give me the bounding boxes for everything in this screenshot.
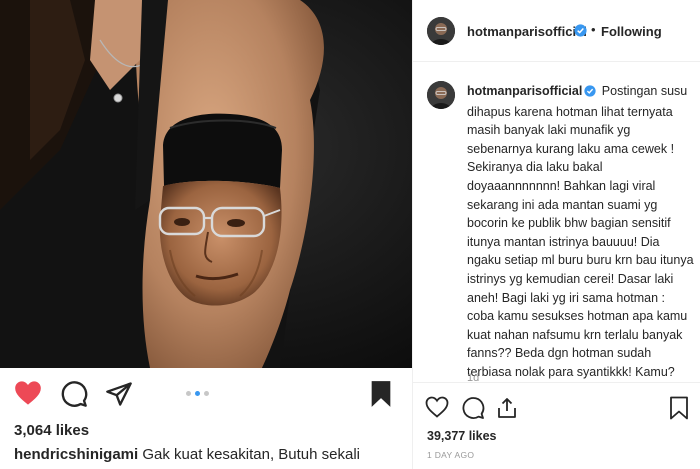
avatar[interactable]	[427, 81, 455, 109]
carousel-dot	[186, 391, 191, 396]
carousel-indicator	[186, 391, 209, 396]
verified-badge-icon	[584, 84, 596, 103]
verified-badge-icon	[574, 24, 587, 42]
likes-count[interactable]: 3,064 likes	[14, 422, 89, 439]
bookmark-outline-icon[interactable]	[669, 396, 689, 425]
caption-text: Gak kuat kesakitan, Butuh sekali	[142, 446, 360, 463]
post-side-panel: hotmanparisofficial • Following hotmanpa…	[413, 0, 700, 469]
post-photo[interactable]	[0, 0, 412, 368]
tattoo-portrait-image	[0, 0, 412, 368]
mobile-post: 3,064 likes hendricshinigami Gak kuat ke…	[0, 0, 412, 469]
caption-username[interactable]: hendricshinigami	[14, 446, 138, 463]
mobile-action-bar	[0, 368, 412, 420]
header-username[interactable]: hotmanparisofficial	[467, 24, 587, 39]
caption-timestamp: 1d	[467, 372, 480, 382]
post-date[interactable]: 1 DAY AGO	[427, 450, 474, 460]
following-button[interactable]: Following	[601, 24, 662, 39]
comments-area[interactable]: hotmanparisofficial Postingan susu dihap…	[413, 62, 700, 382]
carousel-dot	[204, 391, 209, 396]
carousel-dot-active	[195, 391, 200, 396]
instagram-composite: 3,064 likes hendricshinigami Gak kuat ke…	[0, 0, 700, 469]
upload-icon[interactable]	[495, 396, 519, 425]
bookmark-filled-icon[interactable]	[368, 380, 394, 413]
heart-filled-icon[interactable]	[14, 380, 42, 411]
caption-text: Postingan susu dihapus karena hotman lih…	[467, 84, 694, 379]
caption-block: hotmanparisofficial Postingan susu dihap…	[467, 82, 695, 382]
desktop-action-bar: 39,377 likes 1 DAY AGO	[413, 382, 700, 469]
comment-icon[interactable]	[461, 396, 485, 425]
post-header: hotmanparisofficial • Following	[413, 0, 700, 62]
avatar[interactable]	[427, 17, 455, 45]
comment-icon[interactable]	[60, 380, 88, 413]
heart-outline-icon[interactable]	[425, 396, 449, 423]
header-separator: •	[591, 22, 596, 37]
caption-username[interactable]: hotmanparisofficial	[467, 84, 582, 98]
share-icon[interactable]	[105, 380, 133, 413]
likes-count[interactable]: 39,377 likes	[427, 429, 497, 443]
post-caption: hendricshinigami Gak kuat kesakitan, But…	[14, 446, 360, 463]
